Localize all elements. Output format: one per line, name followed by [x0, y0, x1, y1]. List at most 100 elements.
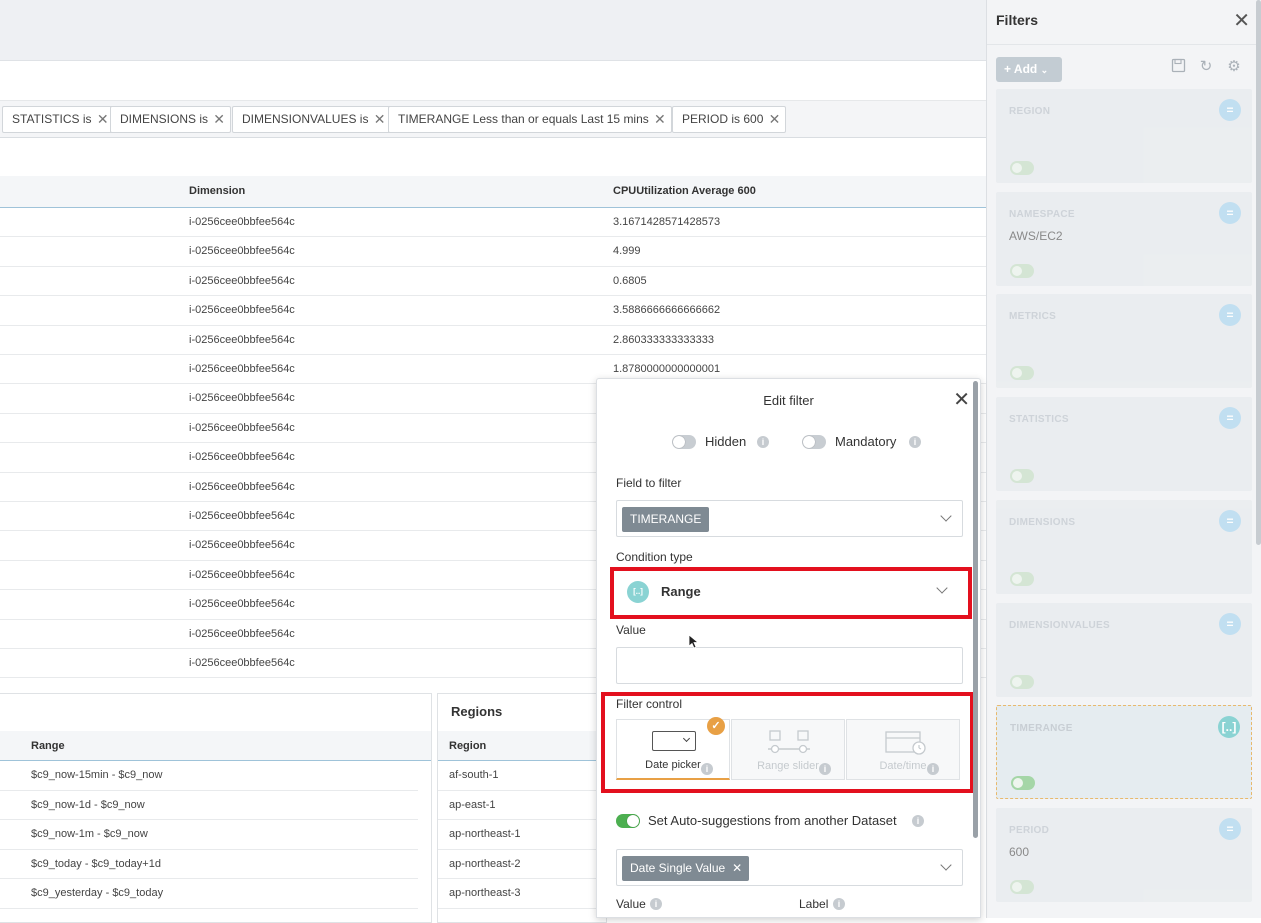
table-row[interactable]: $c9_now-1d - $c9_now [0, 791, 418, 820]
add-filter-button[interactable]: + Add ⌄ [996, 57, 1062, 82]
filter-card-timerange[interactable]: TIMERANGE [..] [996, 705, 1252, 800]
filter-card-metrics[interactable]: METRICS = [996, 294, 1252, 389]
filter-card-toggle[interactable] [1010, 469, 1034, 484]
info-icon[interactable]: i [650, 898, 662, 910]
info-icon[interactable]: i [909, 436, 921, 448]
regions-panel: Regions Region af-south-1 ap-east-1 ap-nor… [437, 693, 608, 923]
cell-region: ap-northeast-1 [449, 828, 521, 840]
condition-badge-icon: = [1219, 304, 1241, 327]
filter-card-toggle[interactable] [1010, 263, 1034, 278]
save-icon[interactable] [1169, 58, 1187, 76]
cell-dimension: i-0256cee0bbfee564c [189, 216, 295, 228]
condition-badge-icon: = [1219, 99, 1241, 121]
divider [987, 44, 1261, 45]
info-icon[interactable]: i [912, 815, 924, 827]
chip-statistics[interactable]: STATISTICS is ✕ [2, 106, 115, 133]
condition-badge-icon: = [1219, 407, 1241, 430]
filter-card-toggle[interactable] [1011, 776, 1035, 791]
cell-region: af-south-1 [449, 769, 499, 781]
column-header-cpu[interactable]: CPUUtilization Average 600 [613, 185, 756, 197]
tag-remove-icon[interactable]: ✕ [732, 856, 742, 881]
filter-card-label: REGION [1009, 106, 1051, 117]
filter-card-region[interactable]: REGION = [996, 89, 1252, 183]
mandatory-toggle[interactable] [802, 435, 826, 449]
close-icon[interactable]: ✕ [1233, 8, 1250, 33]
table-row[interactable]: ap-northeast-2 [438, 850, 608, 879]
cell-dimension: i-0256cee0bbfee564c [189, 480, 295, 493]
filter-card-toggle[interactable] [1010, 161, 1034, 175]
refresh-icon[interactable]: ↻ [1197, 58, 1215, 76]
chip-dimensionvalues[interactable]: DIMENSIONVALUES is ✕ [232, 106, 392, 133]
table-row[interactable]: i-0256cee0bbfee564c 2.860333333333333 [0, 326, 986, 355]
cell-cpu: 1.8780000000000001 [613, 363, 721, 375]
table-row[interactable]: i-0256cee0bbfee564c 3.1671428571428573 [0, 208, 986, 238]
chip-period[interactable]: PERIOD is 600 ✕ [672, 106, 787, 133]
chip-dimensions[interactable]: DIMENSIONS is ✕ [110, 106, 232, 133]
value-input[interactable] [616, 647, 963, 684]
cell-dimension: i-0256cee0bbfee564c [189, 657, 295, 669]
table-row[interactable]: i-0256cee0bbfee564c 0.6805 [0, 267, 986, 297]
filter-card-statistics[interactable]: STATISTICS = [996, 397, 1252, 492]
column-header-region[interactable]: Region [449, 740, 486, 752]
chevron-down-icon [940, 510, 952, 522]
table-row[interactable]: ap-northeast-1 [438, 820, 608, 850]
field-to-filter-select[interactable]: TIMERANGE [616, 500, 963, 537]
table-row[interactable]: i-0256cee0bbfee564c 3.5886666666666662 [0, 296, 986, 326]
auto-suggestions-toggle[interactable] [616, 814, 640, 828]
filter-card-toggle[interactable] [1010, 366, 1034, 381]
dialog-title: Edit filter [763, 393, 814, 408]
table-row[interactable]: $c9_now-15min - $c9_now [0, 761, 418, 791]
chevron-down-icon: ⌄ [1040, 65, 1049, 75]
cell-dimension: i-0256cee0bbfee564c [189, 363, 295, 375]
cell-cpu: 4.999 [613, 245, 641, 258]
filter-card-label: TIMERANGE [1010, 723, 1073, 735]
column-header-range[interactable]: Range [31, 740, 65, 752]
filter-card-dimensionvalues[interactable]: DIMENSIONVALUES = [996, 602, 1252, 697]
table-row[interactable]: ap-east-1 [438, 791, 608, 820]
info-icon[interactable]: i [833, 898, 845, 910]
info-icon[interactable]: i [757, 436, 769, 448]
table-row[interactable]: $c9_yesterday - $c9_today [0, 879, 418, 909]
filter-card-dimensions[interactable]: DIMENSIONS = [996, 499, 1252, 594]
field-tag: TIMERANGE [622, 507, 710, 532]
chip-remove-icon[interactable]: ✕ [97, 107, 109, 132]
cell-dimension: i-0256cee0bbfee564c [189, 568, 295, 581]
chip-timerange[interactable]: TIMERANGE Less than or equals Last 15 mi… [388, 106, 672, 133]
chip-remove-icon[interactable]: ✕ [374, 107, 386, 132]
regions-panel-title: Regions [451, 704, 503, 719]
filter-card-toggle[interactable] [1010, 571, 1034, 586]
table-row[interactable]: i-0256cee0bbfee564c 4.999 [0, 237, 986, 267]
filter-card-label: NAMESPACE [1009, 208, 1075, 220]
close-icon[interactable]: ✕ [953, 387, 970, 412]
column-header-dimension[interactable]: Dimension [189, 185, 245, 197]
dialog-scrollbar[interactable] [973, 381, 978, 838]
filter-card-toggle[interactable] [1010, 674, 1034, 689]
filter-card-namespace[interactable]: NAMESPACE AWS/EC2 = [996, 191, 1252, 286]
sub-toolbar [0, 61, 986, 101]
grid-header: Dimension CPUUtilization Average 600 [0, 176, 986, 208]
dataset-tag: Date Single Value ✕ [622, 856, 750, 881]
condition-type-label: Condition type [616, 550, 693, 564]
filters-title: Filters [996, 12, 1039, 28]
filter-card-period[interactable]: PERIOD 600 = [996, 807, 1252, 902]
dataset-select[interactable]: Date Single Value ✕ [616, 849, 963, 886]
chip-remove-icon[interactable]: ✕ [769, 107, 781, 132]
hidden-toggle[interactable] [672, 435, 696, 449]
mouse-cursor-icon [688, 634, 700, 649]
sidebar-scrollbar[interactable] [1256, 0, 1261, 545]
table-row[interactable]: $c9_now-1m - $c9_now [0, 820, 418, 850]
cell-dimension: i-0256cee0bbfee564c [189, 598, 295, 611]
table-row[interactable]: $c9_today - $c9_today+1d [0, 850, 418, 879]
mandatory-label: Mandatory [835, 434, 897, 449]
bottom-value-label: Value [616, 897, 646, 911]
highlight-box [601, 692, 974, 793]
table-row[interactable]: ap-northeast-3 [438, 879, 608, 909]
filter-card-value: AWS/EC2 [1009, 228, 1063, 243]
chip-remove-icon[interactable]: ✕ [213, 107, 225, 132]
filter-card-label: METRICS [1009, 311, 1057, 323]
cell-range: $c9_now-1m - $c9_now [31, 828, 148, 840]
table-row[interactable]: af-south-1 [438, 761, 608, 791]
gear-icon[interactable]: ⚙ [1225, 58, 1243, 76]
filter-card-toggle[interactable] [1010, 879, 1034, 894]
chip-remove-icon[interactable]: ✕ [654, 107, 666, 132]
